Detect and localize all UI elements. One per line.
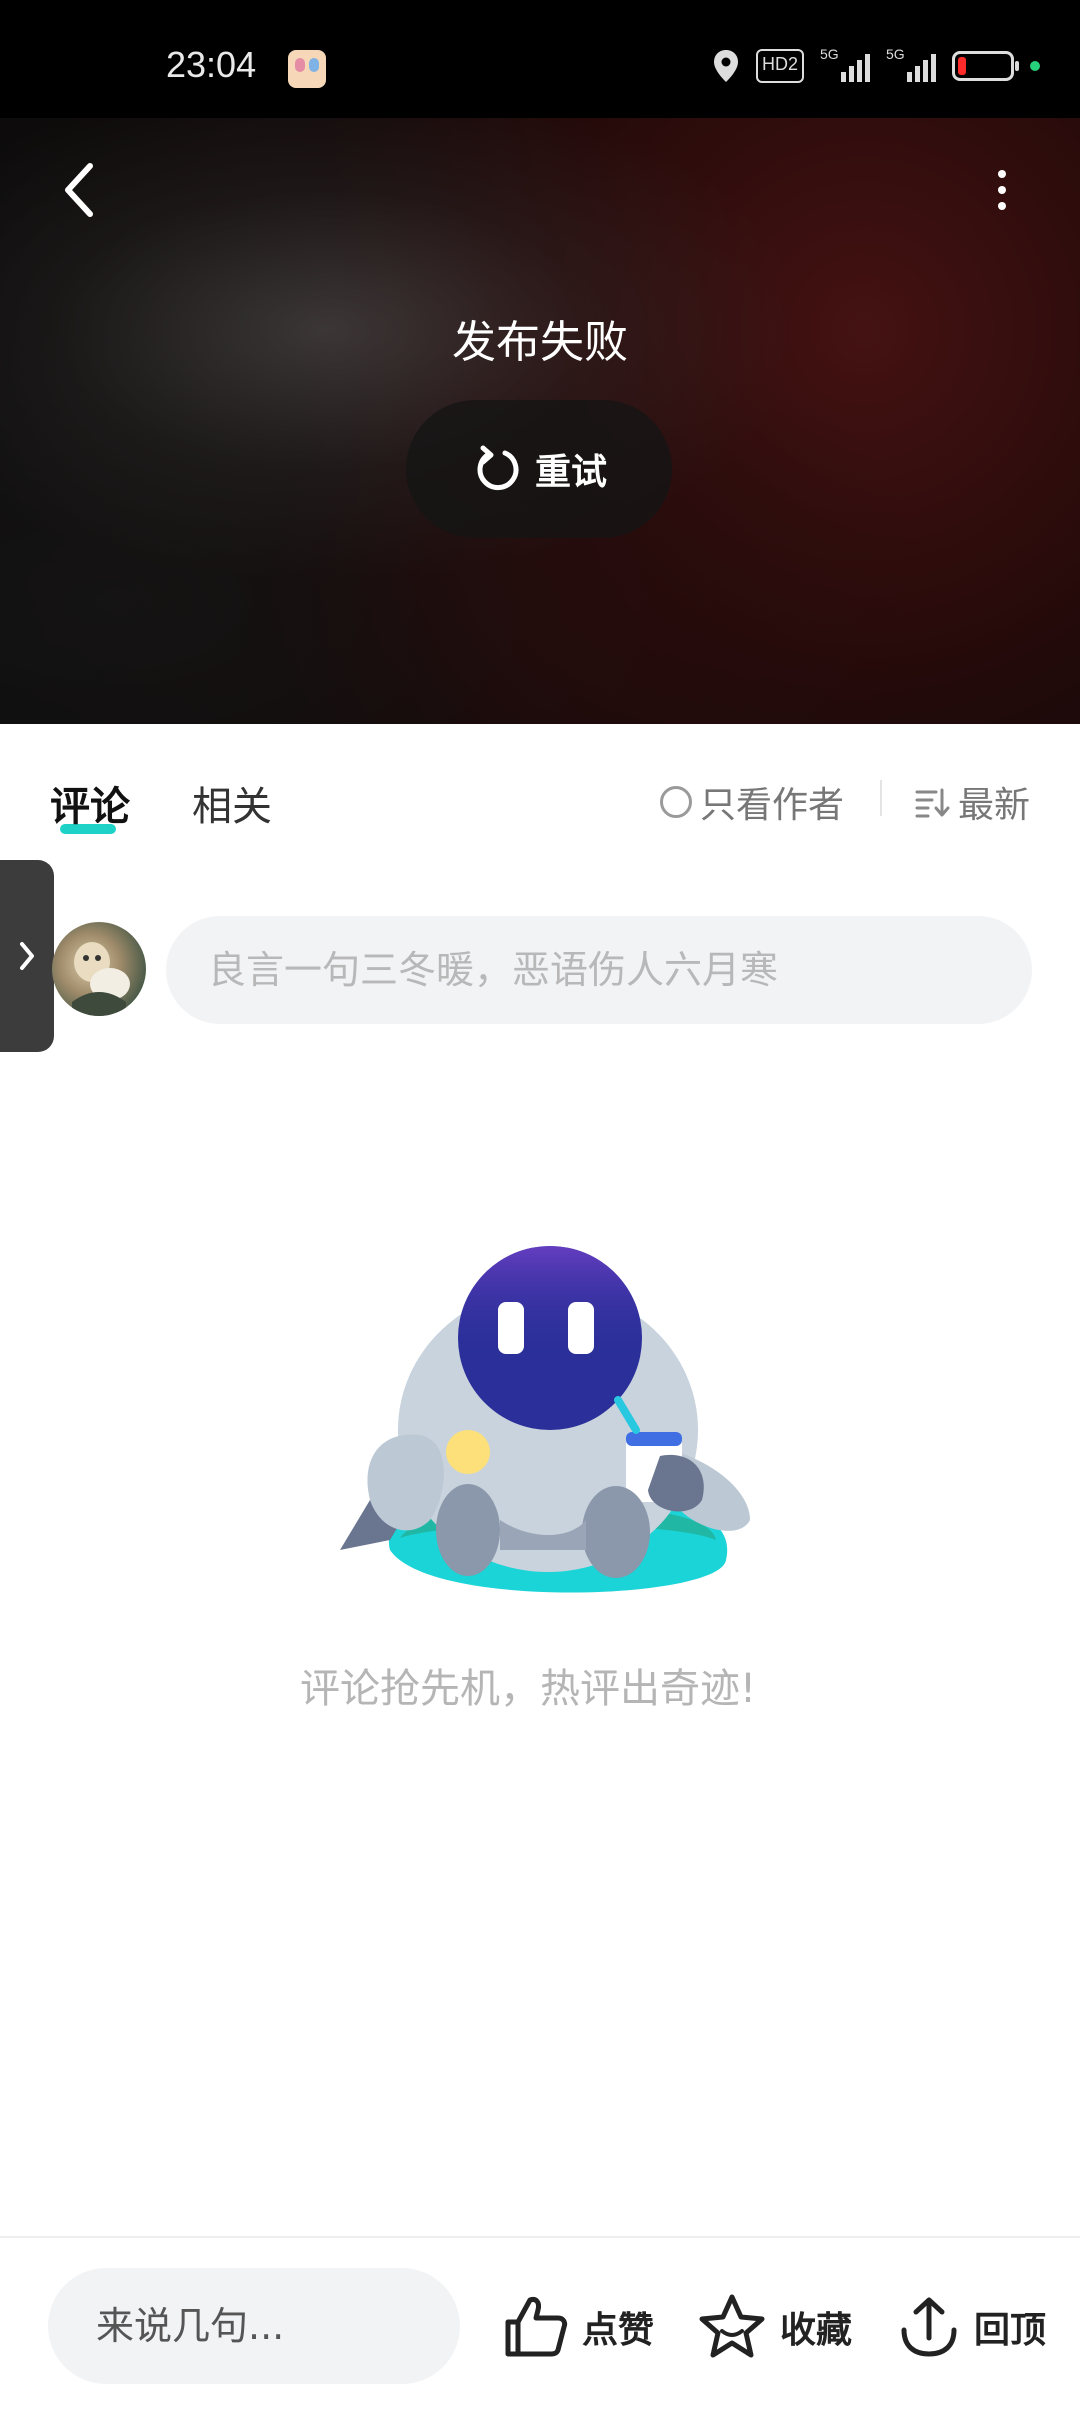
tab-comments[interactable]: 评论	[50, 774, 130, 834]
app-notification-icon	[288, 50, 326, 88]
battery-icon	[952, 51, 1019, 81]
favorite-label: 收藏	[780, 2310, 853, 2351]
refresh-icon	[477, 445, 519, 491]
bottom-comment-input[interactable]: 来说几句...	[48, 2268, 460, 2384]
signal-icon: 5G	[820, 46, 870, 82]
comment-tabs: 评论 相关 只看作者 最新	[0, 724, 1080, 874]
star-icon	[699, 2294, 765, 2358]
status-time: 23:04	[166, 44, 257, 85]
avatar-image	[72, 942, 130, 1016]
retry-button[interactable]: 重试	[406, 400, 672, 538]
tab-related-label: 相关	[192, 784, 272, 830]
tab-related[interactable]: 相关	[192, 774, 272, 832]
back-to-top-button[interactable]: 回顶	[896, 2282, 1046, 2372]
publish-failed-text: 发布失败	[452, 317, 628, 368]
signal-label-2: 5G	[886, 46, 905, 62]
sort-label: 最新	[958, 785, 1031, 826]
user-avatar[interactable]	[52, 922, 146, 1016]
signal-label: 5G	[820, 46, 839, 62]
more-options-icon[interactable]	[990, 170, 1014, 210]
tab-divider	[880, 780, 882, 816]
like-button[interactable]: 点赞	[500, 2282, 654, 2372]
like-label: 点赞	[582, 2310, 655, 2351]
favorite-button[interactable]: 收藏	[696, 2282, 852, 2372]
status-bar: 23:04 HD2 5G 5G	[0, 0, 1080, 118]
upload-arrow-icon	[901, 2297, 957, 2357]
status-icons: HD2 5G 5G	[712, 46, 1040, 86]
privacy-indicator-dot	[1030, 61, 1040, 71]
video-player[interactable]: 发布失败 重试	[0, 118, 1080, 724]
signal-icon-2: 5G	[886, 46, 936, 82]
chevron-right-icon	[20, 942, 34, 970]
empty-comments-text: 评论抢先机，热评出奇迹!	[299, 1666, 757, 1712]
radio-circle-icon	[660, 786, 692, 818]
back-arrow-icon[interactable]	[56, 160, 104, 220]
location-icon	[713, 50, 738, 82]
author-only-toggle[interactable]: 只看作者	[660, 776, 844, 828]
sort-icon	[915, 788, 950, 818]
hd-voice-icon: HD2	[755, 49, 804, 83]
back-to-top-label: 回顶	[974, 2310, 1047, 2351]
tab-comments-label: 评论	[50, 784, 130, 830]
sort-toggle[interactable]: 最新	[914, 776, 1030, 828]
retry-label: 重试	[534, 452, 607, 493]
bottom-bar-divider	[0, 2236, 1080, 2238]
author-only-label: 只看作者	[700, 785, 845, 826]
robot-mascot-illustration	[340, 1246, 750, 1593]
thumbs-up-icon	[505, 2297, 568, 2357]
battery-level	[958, 57, 966, 75]
side-drawer-handle[interactable]	[0, 860, 54, 1052]
comment-input[interactable]: 良言一句三冬暖，恶语伤人六月寒	[166, 916, 1032, 1024]
